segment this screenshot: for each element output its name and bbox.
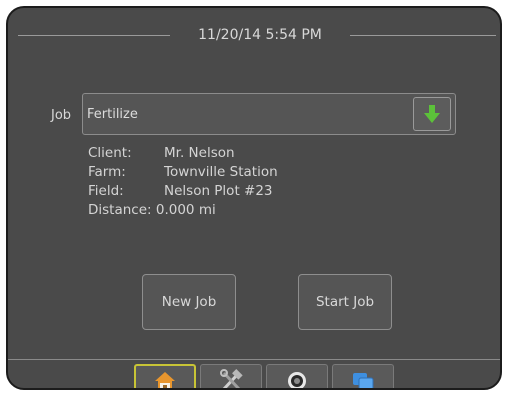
- guidance-icon: [288, 371, 306, 388]
- new-job-button[interactable]: New Job: [142, 274, 236, 330]
- detail-client: Client: Mr. Nelson: [88, 144, 278, 163]
- detail-distance: Distance: 0.000 mi: [88, 201, 278, 220]
- job-details: Client: Mr. Nelson Farm: Townville Station…: [88, 144, 278, 220]
- job-value: Fertilize: [87, 107, 138, 122]
- tabbar-divider: [8, 359, 500, 360]
- header-divider-right: [350, 35, 496, 36]
- start-job-button[interactable]: Start Job: [298, 274, 392, 330]
- detail-field: Field: Nelson Plot #23: [88, 182, 278, 201]
- detail-farm: Farm: Townville Station: [88, 163, 278, 182]
- job-label: Job: [51, 108, 72, 123]
- home-icon: [155, 372, 175, 388]
- detail-value: Nelson Plot #23: [164, 183, 273, 199]
- header-divider-left: [18, 35, 170, 36]
- detail-value: Townville Station: [164, 164, 278, 180]
- tabbar: [134, 364, 394, 388]
- detail-label: Distance:: [88, 202, 152, 218]
- detail-value: 0.000 mi: [155, 202, 216, 218]
- job-screen: 11/20/14 5:54 PM Job Fertilize Client: Mr…: [6, 6, 502, 390]
- tab-guidance[interactable]: [266, 364, 328, 388]
- timestamp: 11/20/14 5:54 PM: [198, 27, 322, 43]
- tab-data[interactable]: [332, 364, 394, 388]
- data-icon: [353, 372, 374, 388]
- job-select[interactable]: Fertilize: [82, 93, 456, 135]
- detail-label: Client:: [88, 145, 132, 161]
- detail-label: Field:: [88, 183, 124, 199]
- job-dropdown-button[interactable]: [413, 97, 451, 131]
- green-down-arrow-icon: [424, 105, 440, 123]
- tab-home[interactable]: [134, 364, 196, 388]
- detail-label: Farm:: [88, 164, 126, 180]
- tab-tools[interactable]: [200, 364, 262, 388]
- tools-icon: [220, 368, 243, 388]
- detail-value: Mr. Nelson: [164, 145, 235, 161]
